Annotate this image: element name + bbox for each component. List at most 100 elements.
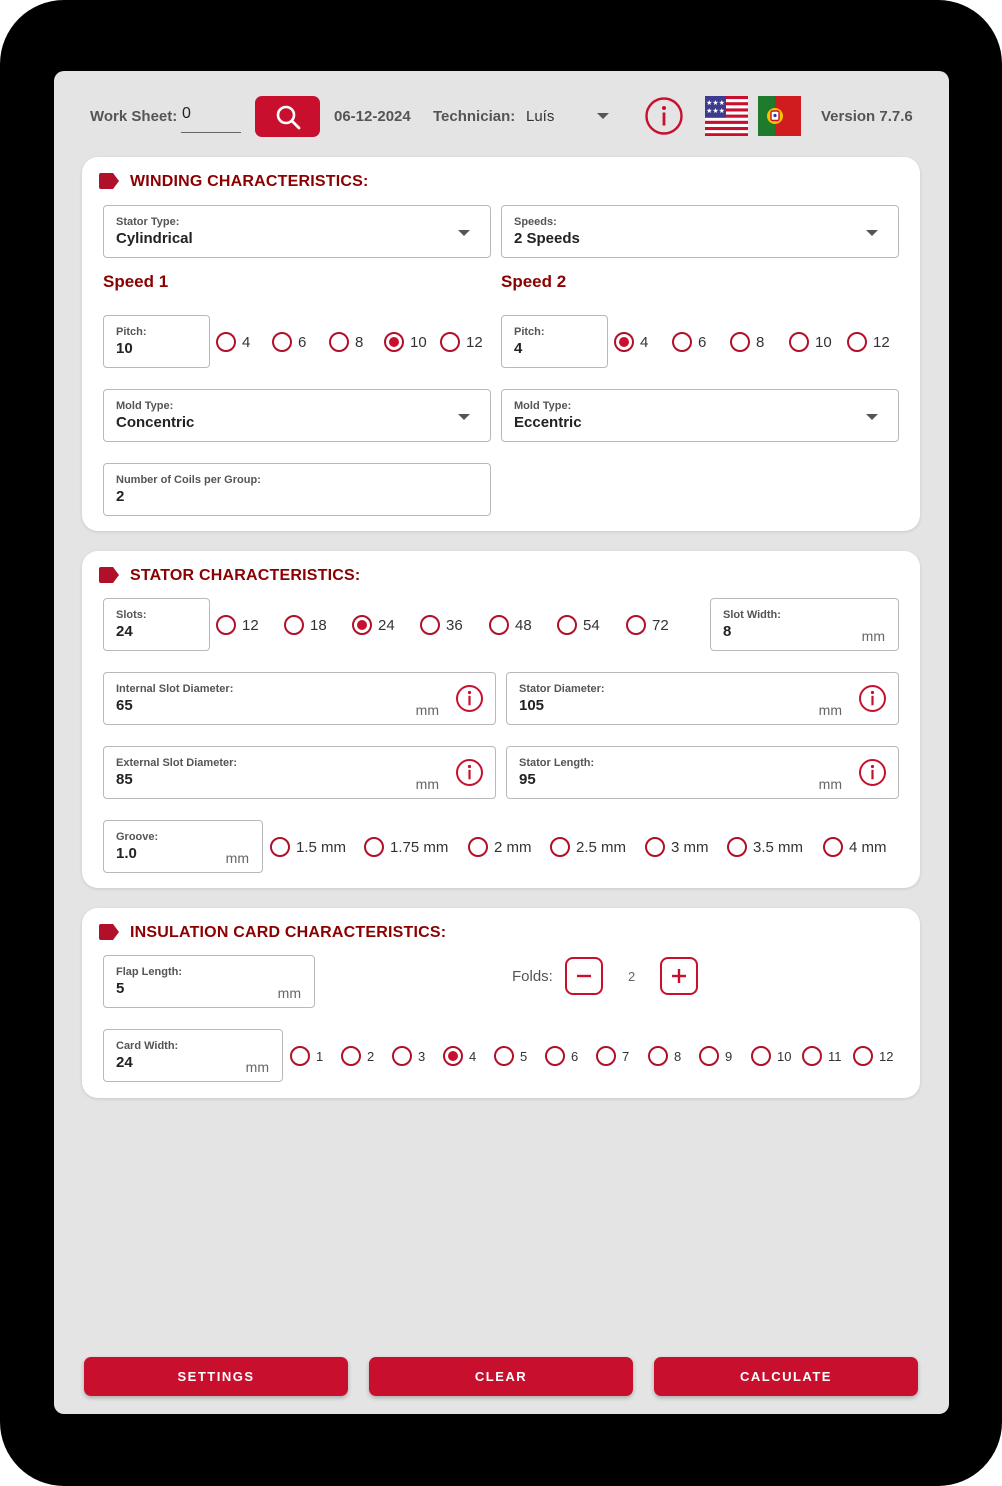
- info-icon[interactable]: [858, 684, 887, 713]
- radio-label: 8: [674, 1048, 682, 1064]
- info-icon[interactable]: [455, 758, 484, 787]
- settings-button[interactable]: SETTINGS: [84, 1357, 348, 1396]
- slots-radio-48[interactable]: 48: [489, 615, 532, 635]
- field-value: 105: [519, 697, 545, 714]
- card-width-radio-11[interactable]: 11: [802, 1046, 842, 1066]
- coils-per-group-field[interactable]: Number of Coils per Group: 2: [103, 463, 491, 516]
- stator-length-field[interactable]: Stator Length: 95 mm: [506, 746, 899, 799]
- technician-select[interactable]: Luís: [526, 108, 554, 125]
- speeds-select[interactable]: Speeds: 2 Speeds: [501, 205, 899, 258]
- groove-radio-2-mm[interactable]: 2 mm: [468, 837, 532, 857]
- card-width-radio-3[interactable]: 3: [392, 1046, 425, 1066]
- external-slot-diameter-field[interactable]: External Slot Diameter: 85 mm: [103, 746, 496, 799]
- field-label: Stator Length:: [519, 757, 595, 769]
- flap-length-field[interactable]: Flap Length: 5 mm: [103, 955, 315, 1008]
- unit-label: mm: [245, 1059, 269, 1075]
- speed1-pitch-radio-8[interactable]: 8: [329, 332, 363, 352]
- increment-folds-button[interactable]: [660, 957, 698, 995]
- stator-type-select[interactable]: Stator Type: Cylindrical: [103, 205, 491, 258]
- speed1-pitch-radio-4[interactable]: 4: [216, 332, 250, 352]
- slots-radio-12[interactable]: 12: [216, 615, 259, 635]
- radio-label: 4: [469, 1048, 477, 1064]
- card-width-radio-8[interactable]: 8: [648, 1046, 681, 1066]
- slots-radio-72[interactable]: 72: [626, 615, 669, 635]
- slots-field[interactable]: Slots: 24: [103, 598, 210, 651]
- info-icon[interactable]: [644, 96, 684, 136]
- radio-circle-icon: [494, 1046, 514, 1066]
- groove-radio-3-5-mm[interactable]: 3.5 mm: [727, 837, 803, 857]
- field-label: Number of Coils per Group:: [116, 474, 261, 486]
- stator-diameter-field[interactable]: Stator Diameter: 105 mm: [506, 672, 899, 725]
- folds-value: 2: [628, 969, 636, 984]
- radio-label: 72: [652, 616, 669, 634]
- groove-radio-4-mm[interactable]: 4 mm: [823, 837, 887, 857]
- speed1-pitch-radio-6[interactable]: 6: [272, 332, 306, 352]
- card-width-field[interactable]: Card Width: 24 mm: [103, 1029, 283, 1082]
- info-icon[interactable]: [455, 684, 484, 713]
- radio-circle-icon: [626, 615, 646, 635]
- field-value: 2: [116, 488, 125, 505]
- radio-label: 3 mm: [671, 838, 709, 856]
- slot-width-field[interactable]: Slot Width: 8 mm: [710, 598, 899, 651]
- clear-button[interactable]: CLEAR: [369, 1357, 633, 1396]
- decrement-folds-button[interactable]: [565, 957, 603, 995]
- slots-radio-54[interactable]: 54: [557, 615, 600, 635]
- pt-flag-icon[interactable]: [758, 96, 801, 136]
- worksheet-input[interactable]: 0: [181, 105, 241, 133]
- speed1-pitch-radio-12[interactable]: 12: [440, 332, 483, 352]
- radio-selected-dot: [448, 1051, 458, 1061]
- speed2-pitch-radio-8[interactable]: 8: [730, 332, 764, 352]
- groove-radio-1-75-mm[interactable]: 1.75 mm: [364, 837, 448, 857]
- speed2-mold-type-select[interactable]: Mold Type: Eccentric: [501, 389, 899, 442]
- speed1-pitch-field[interactable]: Pitch: 10: [103, 315, 210, 368]
- radio-label: 12: [242, 616, 259, 634]
- speed1-mold-type-select[interactable]: Mold Type: Concentric: [103, 389, 491, 442]
- card-width-radio-9[interactable]: 9: [699, 1046, 732, 1066]
- speed2-pitch-radio-12[interactable]: 12: [847, 332, 890, 352]
- field-value: Cylindrical: [116, 230, 193, 247]
- speed2-pitch-radio-6[interactable]: 6: [672, 332, 706, 352]
- search-button[interactable]: [255, 96, 320, 137]
- info-icon[interactable]: [858, 758, 887, 787]
- section-title: WINDING CHARACTERISTICS:: [130, 173, 369, 190]
- speed1-heading: Speed 1: [103, 272, 169, 291]
- section-title: STATOR CHARACTERISTICS:: [130, 567, 361, 584]
- speed1-pitch-radio-10[interactable]: 10: [384, 332, 427, 352]
- groove-radio-3-mm[interactable]: 3 mm: [645, 837, 709, 857]
- radio-circle-icon: [443, 1046, 463, 1066]
- card-width-radio-7[interactable]: 7: [596, 1046, 629, 1066]
- calculate-button[interactable]: CALCULATE: [654, 1357, 918, 1396]
- us-flag-icon[interactable]: ★★★ ★★★: [705, 96, 748, 136]
- radio-label: 24: [378, 616, 395, 634]
- slots-radio-18[interactable]: 18: [284, 615, 327, 635]
- radio-circle-icon: [420, 615, 440, 635]
- app-version: Version 7.7.6: [821, 108, 913, 125]
- radio-circle-icon: [730, 332, 750, 352]
- card-width-radio-12[interactable]: 12: [853, 1046, 893, 1066]
- groove-radio-2-5-mm[interactable]: 2.5 mm: [550, 837, 626, 857]
- internal-slot-diameter-field[interactable]: Internal Slot Diameter: 65 mm: [103, 672, 496, 725]
- card-width-radio-5[interactable]: 5: [494, 1046, 527, 1066]
- radio-label: 5: [520, 1048, 528, 1064]
- tablet-frame: Work Sheet: 0 06-12-2024 Technician: Luí…: [0, 0, 1002, 1486]
- speed2-pitch-radio-10[interactable]: 10: [789, 332, 832, 352]
- slots-radio-36[interactable]: 36: [420, 615, 463, 635]
- radio-circle-icon: [550, 837, 570, 857]
- radio-circle-icon: [853, 1046, 873, 1066]
- groove-field[interactable]: Groove: 1.0 mm: [103, 820, 263, 873]
- insulation-card-characteristics-card: INSULATION CARD CHARACTERISTICS: Flap Le…: [82, 908, 920, 1098]
- radio-label: 2.5 mm: [576, 838, 627, 856]
- field-label: External Slot Diameter:: [116, 757, 238, 769]
- card-width-radio-4[interactable]: 4: [443, 1046, 476, 1066]
- card-width-radio-10[interactable]: 10: [751, 1046, 791, 1066]
- chevron-down-icon: [458, 230, 470, 236]
- speed2-pitch-field[interactable]: Pitch: 4: [501, 315, 608, 368]
- speed2-pitch-radio-4[interactable]: 4: [614, 332, 648, 352]
- field-value: 95: [519, 771, 536, 788]
- card-width-radio-6[interactable]: 6: [545, 1046, 578, 1066]
- chevron-down-icon[interactable]: [597, 113, 609, 119]
- slots-radio-24[interactable]: 24: [352, 615, 395, 635]
- groove-radio-1-5-mm[interactable]: 1.5 mm: [270, 837, 346, 857]
- card-width-radio-1[interactable]: 1: [290, 1046, 323, 1066]
- card-width-radio-2[interactable]: 2: [341, 1046, 374, 1066]
